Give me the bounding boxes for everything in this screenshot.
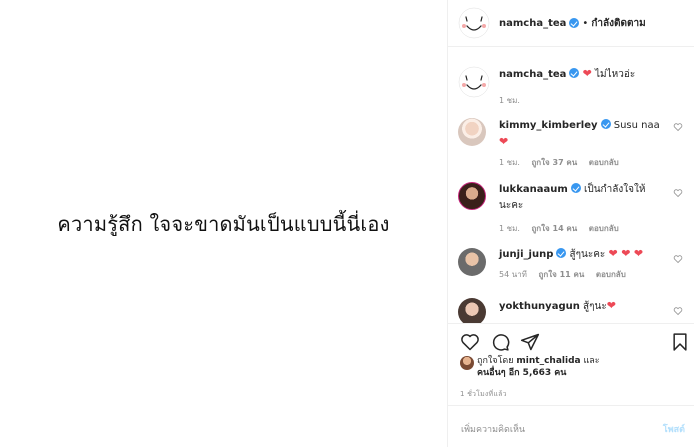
author-avatar[interactable] xyxy=(458,66,490,98)
verified-badge-icon xyxy=(600,119,611,129)
liked-by-others-link[interactable]: คนอื่นๆ อีก 5,663 คน xyxy=(477,368,566,378)
share-send-icon[interactable] xyxy=(520,332,540,352)
liked-by-summary: ถูกใจโดย mint_chalida และ คนอื่นๆ อีก 5,… xyxy=(460,355,690,383)
commenter-avatar[interactable] xyxy=(458,118,486,146)
comment-username[interactable]: namcha_tea xyxy=(499,69,566,80)
comments-list[interactable]: namcha_tea ❤ ไม่ไหวอ่ะ 1 ชม. kimmy_kimbe… xyxy=(448,48,694,323)
reply-button[interactable]: ตอบกลับ xyxy=(596,270,626,279)
comment-time: 1 ชม. xyxy=(499,158,520,167)
like-heart-icon[interactable] xyxy=(460,332,480,352)
comment-meta: 54 นาที ถูกใจ 11 คน ตอบกลับ xyxy=(499,268,635,281)
comment-body: Susu naa xyxy=(613,120,660,131)
author-avatar[interactable] xyxy=(458,7,490,39)
comment-text: namcha_tea ❤ ไม่ไหวอ่ะ xyxy=(499,66,674,83)
like-comment-heart-icon[interactable] xyxy=(673,188,683,198)
comment-body: สู้ๆนะคะ xyxy=(569,249,606,260)
comment-text: kimmy_kimberley Susu naa ❤ xyxy=(499,118,674,151)
comment-likes[interactable]: ถูกใจ 14 คน xyxy=(531,224,577,233)
verified-badge-icon xyxy=(569,18,580,28)
comment-username[interactable]: yokthunyagun xyxy=(499,301,580,312)
comment-likes[interactable]: ถูกใจ 37 คน xyxy=(531,158,577,167)
heart-emoji-icon: ❤ xyxy=(606,299,616,312)
comment-username[interactable]: lukkanaaum xyxy=(499,184,568,195)
liker-avatar[interactable] xyxy=(460,356,474,370)
comment-time: 54 นาที xyxy=(499,270,527,279)
commenter-avatar[interactable] xyxy=(458,298,486,323)
verified-badge-icon xyxy=(556,248,567,258)
verified-badge-icon xyxy=(569,68,580,78)
comment-text: lukkanaaum เป็นกำลังใจให้นะคะ xyxy=(499,182,649,214)
like-comment-heart-icon[interactable] xyxy=(673,122,683,132)
post-image-text: ความรู้สึก ใจจะขาดมันเป็นแบบนี้นี่เอง xyxy=(57,211,390,236)
comment-meta: 1 ชม. ถูกใจ 14 คน ตอบกลับ xyxy=(499,222,628,235)
liked-by-user-link[interactable]: mint_chalida xyxy=(516,356,580,366)
comment-text: junji_junp สู้ๆนะคะ ❤ ❤ ❤ xyxy=(499,246,674,263)
like-comment-heart-icon[interactable] xyxy=(673,306,683,316)
comment-likes[interactable]: ถูกใจ 11 คน xyxy=(539,270,585,279)
add-comment-bar: เพิ่มความคิดเห็น โพสต์ xyxy=(448,405,694,447)
comment-body: ไม่ไหวอ่ะ xyxy=(595,69,636,80)
commenter-avatar[interactable] xyxy=(458,182,486,210)
comment-meta: 1 ชม. ถูกใจ 37 คน ตอบกลับ xyxy=(499,156,628,169)
comment-text: yokthunyagun สู้ๆนะ❤ xyxy=(499,298,674,315)
author-username[interactable]: namcha_tea xyxy=(499,18,566,29)
heart-emoji-icon: ❤ xyxy=(582,67,592,80)
heart-emoji-icon: ❤ ❤ ❤ xyxy=(608,247,644,260)
liked-by-prefix: ถูกใจโดย xyxy=(477,356,514,366)
bookmark-icon[interactable] xyxy=(670,332,690,352)
comment-bubble-icon[interactable] xyxy=(490,332,510,352)
reply-button[interactable]: ตอบกลับ xyxy=(589,158,619,167)
heart-emoji-icon: ❤ xyxy=(499,135,509,148)
post-timestamp[interactable]: 1 ชั่วโมงที่แล้ว xyxy=(460,389,507,400)
action-bar xyxy=(448,323,694,353)
comment-input[interactable]: เพิ่มความคิดเห็น xyxy=(461,422,525,436)
commenter-avatar[interactable] xyxy=(458,248,486,276)
following-button[interactable]: กำลังติดตาม xyxy=(591,16,645,31)
comment-time: 1 ชม. xyxy=(499,96,520,105)
header-separator: • xyxy=(582,17,589,29)
liked-by-and: และ xyxy=(583,356,600,366)
verified-badge-icon xyxy=(570,183,581,193)
like-comment-heart-icon[interactable] xyxy=(673,254,683,264)
post-side-panel: namcha_tea • กำลังติดตาม namcha_tea ❤ ไม… xyxy=(447,0,694,447)
comment-meta: 1 ชม. xyxy=(499,94,529,107)
post-header: namcha_tea • กำลังติดตาม xyxy=(448,0,694,47)
reply-button[interactable]: ตอบกลับ xyxy=(589,224,619,233)
comment-username[interactable]: kimmy_kimberley xyxy=(499,120,598,131)
comment-body: สู้ๆนะ xyxy=(583,301,607,312)
comment-username[interactable]: junji_junp xyxy=(499,249,553,260)
comment-time: 1 ชม. xyxy=(499,224,520,233)
post-comment-button[interactable]: โพสต์ xyxy=(663,422,685,436)
post-image[interactable]: ความรู้สึก ใจจะขาดมันเป็นแบบนี้นี่เอง xyxy=(0,0,447,447)
liked-by-text: ถูกใจโดย mint_chalida และ คนอื่นๆ อีก 5,… xyxy=(477,355,677,379)
